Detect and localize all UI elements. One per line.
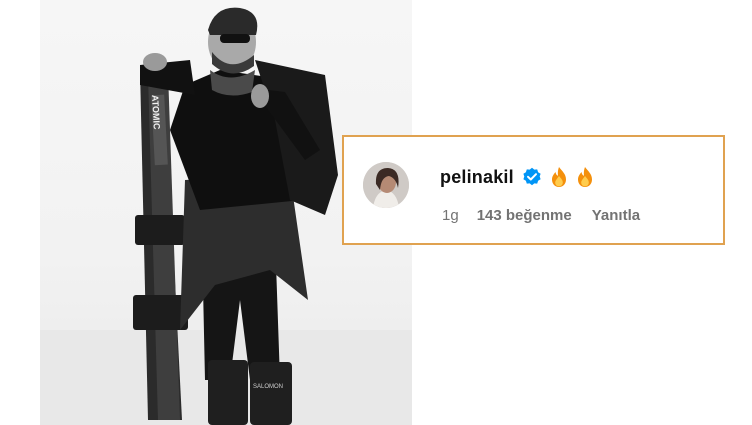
comment-likes-link[interactable]: 143 beğenme <box>477 207 572 224</box>
avatar[interactable] <box>363 162 409 208</box>
verified-badge-icon <box>523 167 541 186</box>
fire-icon <box>551 167 566 187</box>
comment-time: 1g <box>442 207 459 224</box>
reply-button[interactable]: Yanıtla <box>592 207 640 224</box>
profile-photo-icon <box>363 162 409 208</box>
highlighted-comment: pelinakil 1g 143 beğenme Yanıtla <box>342 135 725 245</box>
comment-username[interactable]: pelinakil <box>440 167 514 188</box>
ski-brand-text: ATOMIC <box>150 95 162 131</box>
fire-icon <box>577 167 592 187</box>
boot-brand-text: SALOMON <box>253 384 283 390</box>
